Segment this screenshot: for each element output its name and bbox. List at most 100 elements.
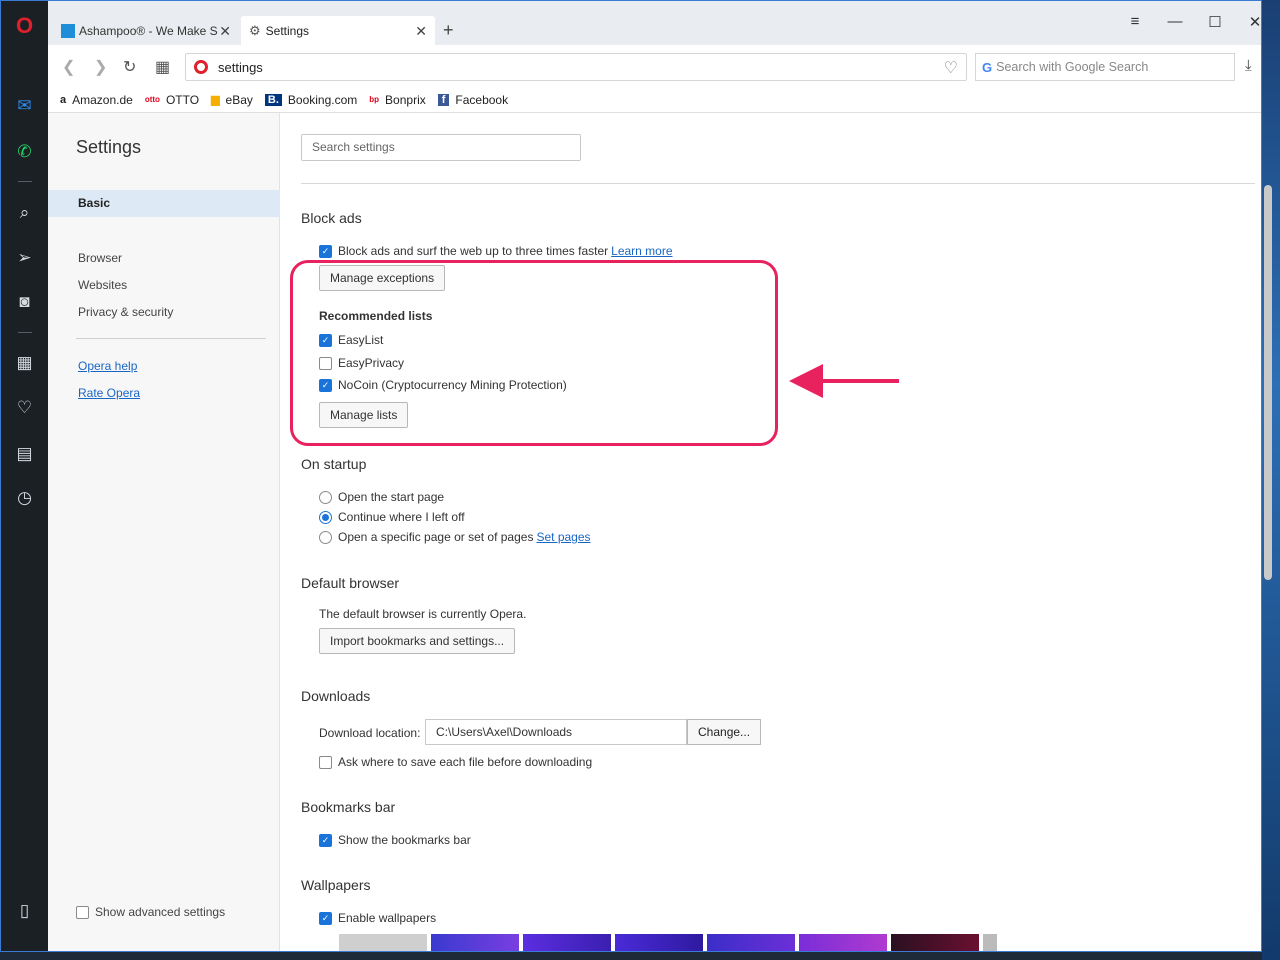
on-startup-heading: On startup	[301, 456, 367, 472]
enable-wallpapers-row[interactable]: ✓ Enable wallpapers	[319, 911, 436, 925]
booking-icon: B.	[264, 93, 282, 106]
block-ads-checkbox[interactable]: ✓	[319, 244, 332, 258]
startup-option-continue[interactable]: Continue where I left off	[319, 510, 465, 524]
rate-opera-link[interactable]: Rate Opera	[78, 386, 140, 400]
nav-divider	[76, 338, 266, 339]
set-pages-link[interactable]: Set pages	[536, 530, 590, 544]
bookmark-otto[interactable]: otto OTTO	[145, 93, 199, 107]
settings-search-input[interactable]: Search settings	[301, 134, 581, 161]
ask-save-label: Ask where to save each file before downl…	[338, 755, 593, 769]
bookmark-amazon[interactable]: a Amazon.de	[60, 93, 133, 107]
show-bookmarks-checkbox[interactable]: ✓	[319, 833, 332, 847]
startup-option-start-page[interactable]: Open the start page	[319, 490, 444, 504]
settings-nav: Settings Basic Browser Websites Privacy …	[48, 113, 280, 951]
messenger-icon[interactable]: ✉	[1, 91, 48, 121]
bookmark-label: eBay	[225, 92, 253, 107]
minimize-button[interactable]: —	[1160, 13, 1190, 30]
advanced-label: Show advanced settings	[95, 905, 226, 919]
ask-save-row[interactable]: Ask where to save each file before downl…	[319, 755, 592, 769]
bookmark-heart-icon[interactable]: ♡	[944, 58, 958, 78]
speed-dial-icon[interactable]: ▦	[1, 348, 48, 378]
import-bookmarks-button[interactable]: Import bookmarks and settings...	[319, 628, 516, 654]
wallpaper-thumbnail[interactable]	[523, 934, 611, 951]
close-icon[interactable]: ✕	[219, 23, 231, 40]
bookmarks-bar: a Amazon.de otto OTTO ▆ eBay B. Booking.com …	[48, 87, 1261, 113]
tab-label: Ashampoo® - We Make S	[79, 24, 218, 38]
radio-label: Open a specific page or set of pages	[338, 530, 534, 544]
nav-item-browser[interactable]: Browser	[78, 251, 122, 265]
search-icon[interactable]: ⌕	[1, 198, 48, 228]
forward-button[interactable]: ❯	[94, 57, 107, 77]
checkbox[interactable]	[76, 905, 89, 919]
camera-icon[interactable]: ◙	[1, 287, 48, 317]
reload-button[interactable]: ↻	[123, 57, 136, 77]
download-icon[interactable]: ⤓	[1245, 57, 1252, 74]
browser-window: O ✉ ✆ ⌕ ➢ ◙ ▦ ♡ ▤ ◷ ▯ Ashampoo® - We Mak…	[0, 0, 1262, 952]
bookmark-booking[interactable]: B. Booking.com	[264, 93, 357, 107]
tab-settings[interactable]: ⚙ Settings ✕	[241, 16, 435, 46]
history-icon[interactable]: ◷	[1, 483, 48, 513]
bookmark-ebay[interactable]: ▆ eBay	[211, 93, 253, 107]
news-icon[interactable]: ▤	[1, 439, 48, 469]
tab-menu-icon[interactable]: ≡	[1120, 13, 1150, 30]
title-bar: Ashampoo® - We Make S ✕ ⚙ Settings ✕ + ≡…	[48, 1, 1261, 46]
bookmarks-bar-heading: Bookmarks bar	[301, 799, 396, 815]
maximize-button[interactable]: ☐	[1200, 13, 1230, 31]
whatsapp-icon[interactable]: ✆	[1, 137, 48, 167]
show-bookmarks-row[interactable]: ✓ Show the bookmarks bar	[319, 833, 471, 847]
bookmark-bonprix[interactable]: bp Bonprix	[369, 93, 425, 107]
wallpaper-thumbnail[interactable]	[707, 934, 795, 951]
settings-main: Search settings Block ads ✓ Block ads an…	[281, 113, 1261, 951]
radio-label: Continue where I left off	[338, 510, 465, 524]
block-ads-heading: Block ads	[301, 210, 362, 226]
scrollbar-thumb[interactable]	[1264, 185, 1272, 580]
heart-icon[interactable]: ♡	[1, 393, 48, 423]
radio-button[interactable]	[319, 510, 332, 524]
ask-save-checkbox[interactable]	[319, 755, 332, 769]
wallpaper-thumbnail[interactable]	[891, 934, 979, 951]
change-location-button[interactable]: Change...	[687, 719, 762, 745]
show-advanced-settings-checkbox[interactable]: Show advanced settings	[76, 905, 225, 919]
opera-logo-icon[interactable]: O	[1, 11, 48, 41]
default-browser-status: The default browser is currently Opera.	[319, 607, 527, 621]
nav-item-websites[interactable]: Websites	[78, 278, 127, 292]
block-ads-checkbox-row[interactable]: ✓ Block ads and surf the web up to three…	[319, 244, 673, 258]
wallpaper-thumbnail[interactable]	[431, 934, 519, 951]
wallpaper-thumbnail[interactable]	[339, 934, 427, 951]
wallpaper-thumbnail[interactable]	[615, 934, 703, 951]
facebook-icon: f	[437, 93, 450, 106]
download-location-field[interactable]: C:\Users\Axel\Downloads	[425, 719, 687, 745]
enable-wallpapers-checkbox[interactable]: ✓	[319, 911, 332, 925]
opera-help-link[interactable]: Opera help	[78, 359, 137, 373]
tab-grid-button[interactable]: ▦	[155, 57, 170, 77]
sidebar-divider	[18, 332, 32, 333]
wallpaper-thumbnail[interactable]	[799, 934, 887, 951]
address-text[interactable]: settings	[218, 60, 263, 75]
nav-item-basic[interactable]: Basic	[48, 190, 280, 217]
search-divider	[301, 183, 1255, 184]
sidebar-toggle-icon[interactable]: ▯	[1, 896, 48, 926]
address-bar[interactable]: settings ♡	[185, 53, 967, 81]
default-browser-heading: Default browser	[301, 575, 400, 591]
amazon-icon: a	[60, 93, 67, 106]
radio-button[interactable]	[319, 490, 332, 504]
learn-more-link[interactable]: Learn more	[611, 244, 672, 258]
new-tab-button[interactable]: +	[443, 20, 454, 41]
annotation-arrow-icon	[789, 364, 899, 398]
startup-option-specific-pages[interactable]: Open a specific page or set of pages Set…	[319, 530, 591, 544]
downloads-heading: Downloads	[301, 688, 371, 704]
back-button[interactable]: ❮	[62, 57, 75, 77]
wallpaper-thumbnail[interactable]	[983, 934, 997, 951]
web-search-input[interactable]: G Search with Google Search	[975, 53, 1235, 81]
close-window-button[interactable]: ✕	[1240, 13, 1261, 31]
send-icon[interactable]: ➢	[1, 243, 48, 273]
radio-button[interactable]	[319, 530, 332, 544]
bookmark-facebook[interactable]: f Facebook	[437, 93, 508, 107]
annotation-highlight-box	[290, 260, 778, 446]
nav-item-privacy-security[interactable]: Privacy & security	[78, 305, 173, 319]
download-location-label: Download location:	[319, 726, 421, 740]
bookmark-label: Amazon.de	[72, 92, 133, 107]
tab-ashampoo[interactable]: Ashampoo® - We Make S ✕	[53, 16, 239, 46]
close-icon[interactable]: ✕	[415, 23, 427, 40]
ebay-icon: ▆	[211, 94, 220, 106]
